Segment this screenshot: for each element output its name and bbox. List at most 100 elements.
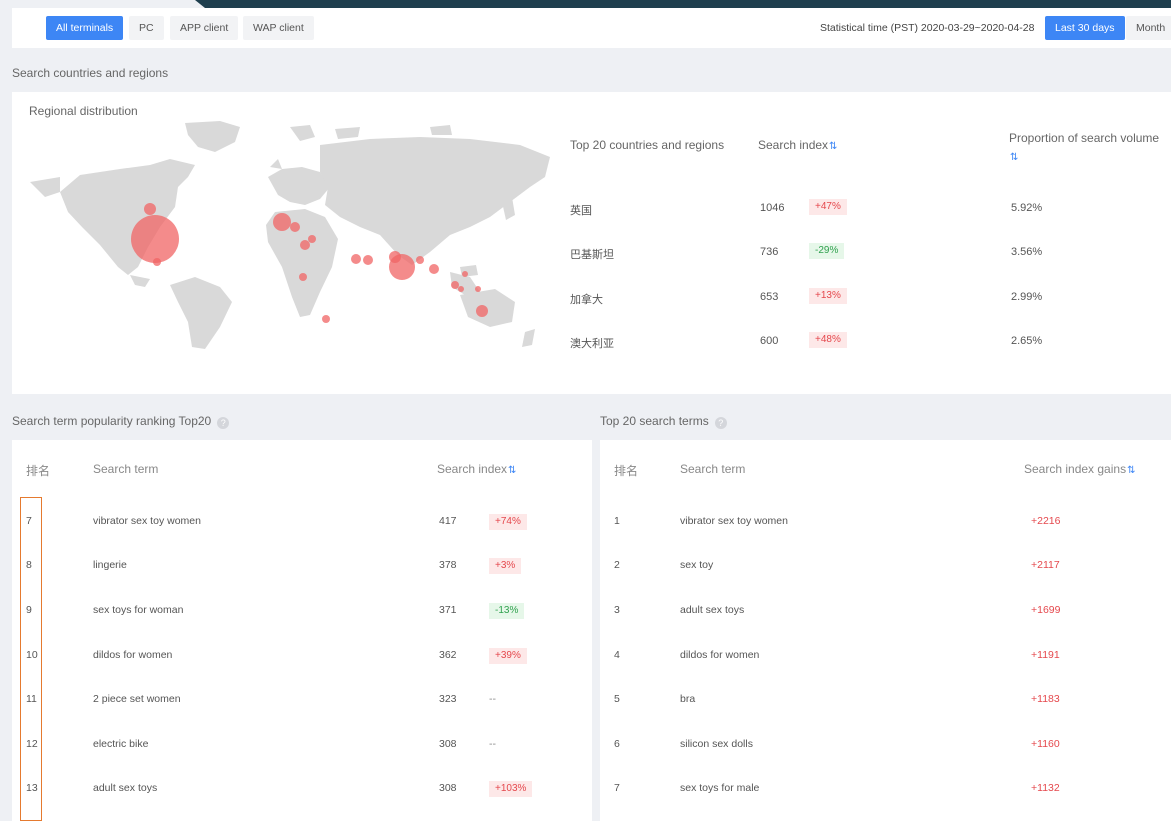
- header-gains[interactable]: Search index gains⇅: [1024, 462, 1135, 476]
- popularity-card: 排名 Search term Search index⇅ 7 vibrator s…: [12, 440, 592, 821]
- map-bubble[interactable]: [429, 264, 439, 274]
- term-cell[interactable]: silicon sex dolls: [680, 738, 753, 750]
- table-row[interactable]: 2 sex toy +2117: [600, 554, 1171, 578]
- rank-cell: 7: [614, 782, 620, 794]
- statistical-time: Statistical time (PST) 2020-03-29~2020-0…: [820, 22, 1035, 34]
- term-cell[interactable]: sex toy: [680, 559, 713, 571]
- term-cell[interactable]: 2 piece set women: [93, 693, 181, 705]
- region-country: 巴基斯坦: [570, 249, 614, 261]
- gain-cell: +1699: [1031, 604, 1061, 616]
- rank-cell: 1: [614, 515, 620, 527]
- region-change-badge: +48%: [809, 332, 847, 348]
- rank-highlight-box: [20, 497, 42, 821]
- popularity-title: Search term popularity ranking Top20: [12, 414, 212, 428]
- region-row[interactable]: 巴基斯坦 736 -29% 3.56%: [12, 243, 1171, 263]
- table-row[interactable]: 4 dildos for women +1191: [600, 644, 1171, 668]
- region-index: 600: [760, 335, 779, 347]
- term-cell[interactable]: dildos for women: [93, 649, 172, 661]
- index-cell: 371: [439, 604, 457, 616]
- tab-all-terminals[interactable]: All terminals: [46, 16, 124, 40]
- gain-cell: +2117: [1031, 559, 1060, 571]
- region-proportion: 2.99%: [1011, 291, 1043, 303]
- table-row[interactable]: 8 lingerie 378 +3%: [12, 554, 592, 578]
- header-index[interactable]: Search index⇅: [437, 462, 516, 476]
- table-row[interactable]: 7 vibrator sex toy women 417 +74%: [12, 510, 592, 534]
- tab-pc[interactable]: PC: [129, 16, 164, 40]
- sort-icon[interactable]: ⇅: [829, 141, 837, 152]
- regions-section-title: Search countries and regions: [12, 66, 169, 80]
- map-label: Regional distribution: [29, 104, 138, 118]
- rank-cell: 2: [614, 559, 620, 571]
- index-cell: 308: [439, 782, 457, 794]
- popularity-section-title: Search term popularity ranking Top20?: [12, 414, 230, 429]
- header-proportion[interactable]: Proportion of search volume ⇅: [1009, 129, 1159, 167]
- table-row[interactable]: 10 dildos for women 362 +39%: [12, 644, 592, 668]
- header-index-label: Search index: [437, 462, 508, 476]
- region-index: 736: [760, 246, 779, 258]
- region-card: Regional distribution Top 20 countries a…: [12, 92, 1171, 394]
- period-last-30-days[interactable]: Last 30 days: [1045, 16, 1125, 40]
- tab-wap-client[interactable]: WAP client: [243, 16, 314, 40]
- header-search-index[interactable]: Search index⇅: [758, 138, 837, 152]
- period-month[interactable]: Month: [1126, 16, 1171, 40]
- table-row[interactable]: 5 bra +1183: [600, 688, 1171, 712]
- header-term: Search term: [680, 462, 746, 476]
- region-proportion: 3.56%: [1011, 246, 1043, 258]
- term-cell[interactable]: adult sex toys: [93, 782, 157, 794]
- help-icon[interactable]: ?: [714, 417, 727, 429]
- filter-bar: All terminals PC APP client WAP client S…: [12, 8, 1171, 48]
- change-badge: +74%: [489, 514, 527, 530]
- map-bubble[interactable]: [290, 222, 300, 232]
- tab-app-client[interactable]: APP client: [170, 16, 239, 40]
- sort-icon[interactable]: ⇅: [1127, 465, 1135, 476]
- gain-cell: +1160: [1031, 738, 1060, 750]
- term-cell[interactable]: sex toys for woman: [93, 604, 183, 616]
- region-row[interactable]: 加拿大 653 +13% 2.99%: [12, 288, 1171, 308]
- sort-icon[interactable]: ⇅: [508, 465, 516, 476]
- term-cell[interactable]: adult sex toys: [680, 604, 744, 616]
- change-badge: +39%: [489, 648, 527, 664]
- top-terms-card: 排名 Search term Search index gains⇅ 1 vibr…: [600, 440, 1171, 821]
- term-cell[interactable]: vibrator sex toy women: [680, 515, 788, 527]
- term-cell[interactable]: dildos for women: [680, 649, 759, 661]
- term-cell[interactable]: electric bike: [93, 738, 148, 750]
- header-gains-label: Search index gains: [1024, 462, 1127, 476]
- header-search-index-label: Search index: [758, 138, 829, 152]
- table-row[interactable]: 3 adult sex toys +1699: [600, 599, 1171, 623]
- table-row[interactable]: 1 vibrator sex toy women +2216: [600, 510, 1171, 534]
- map-bubble[interactable]: [299, 273, 307, 281]
- index-cell: 362: [439, 649, 457, 661]
- rank-cell: 3: [614, 604, 620, 616]
- table-row[interactable]: 13 adult sex toys 308 +103%: [12, 777, 592, 801]
- region-proportion: 5.92%: [1011, 202, 1043, 214]
- top-terms-section-title: Top 20 search terms?: [600, 414, 727, 429]
- table-row[interactable]: 11 2 piece set women 323 --: [12, 688, 592, 712]
- rank-cell: 5: [614, 693, 620, 705]
- header-rank: 排名: [26, 464, 51, 478]
- region-row[interactable]: 英国 1046 +47% 5.92%: [12, 199, 1171, 219]
- region-row[interactable]: 澳大利亚 600 +48% 2.65%: [12, 332, 1171, 352]
- map-bubble[interactable]: [308, 235, 316, 243]
- sort-icon[interactable]: ⇅: [1010, 152, 1018, 163]
- term-cell[interactable]: bra: [680, 693, 695, 705]
- header-rank: 排名: [614, 464, 639, 478]
- term-cell[interactable]: lingerie: [93, 559, 127, 571]
- table-row[interactable]: 7 sex toys for male +1132: [600, 777, 1171, 801]
- index-cell: 308: [439, 738, 457, 750]
- region-proportion: 2.65%: [1011, 335, 1043, 347]
- gain-cell: +2216: [1031, 515, 1061, 527]
- index-cell: 323: [439, 693, 457, 705]
- help-icon[interactable]: ?: [217, 417, 230, 429]
- term-cell[interactable]: vibrator sex toy women: [93, 515, 201, 527]
- region-country: 英国: [570, 205, 592, 217]
- term-cell[interactable]: sex toys for male: [680, 782, 759, 794]
- table-row[interactable]: 9 sex toys for woman 371 -13%: [12, 599, 592, 623]
- top-terms-title: Top 20 search terms: [600, 414, 709, 428]
- table-row[interactable]: 12 electric bike 308 --: [12, 733, 592, 757]
- table-row[interactable]: 6 silicon sex dolls +1160: [600, 733, 1171, 757]
- map-bubble[interactable]: [322, 315, 330, 323]
- map-bubble[interactable]: [462, 271, 468, 277]
- index-cell: 378: [439, 559, 457, 571]
- change-value: --: [489, 693, 496, 705]
- gain-cell: +1191: [1031, 649, 1060, 661]
